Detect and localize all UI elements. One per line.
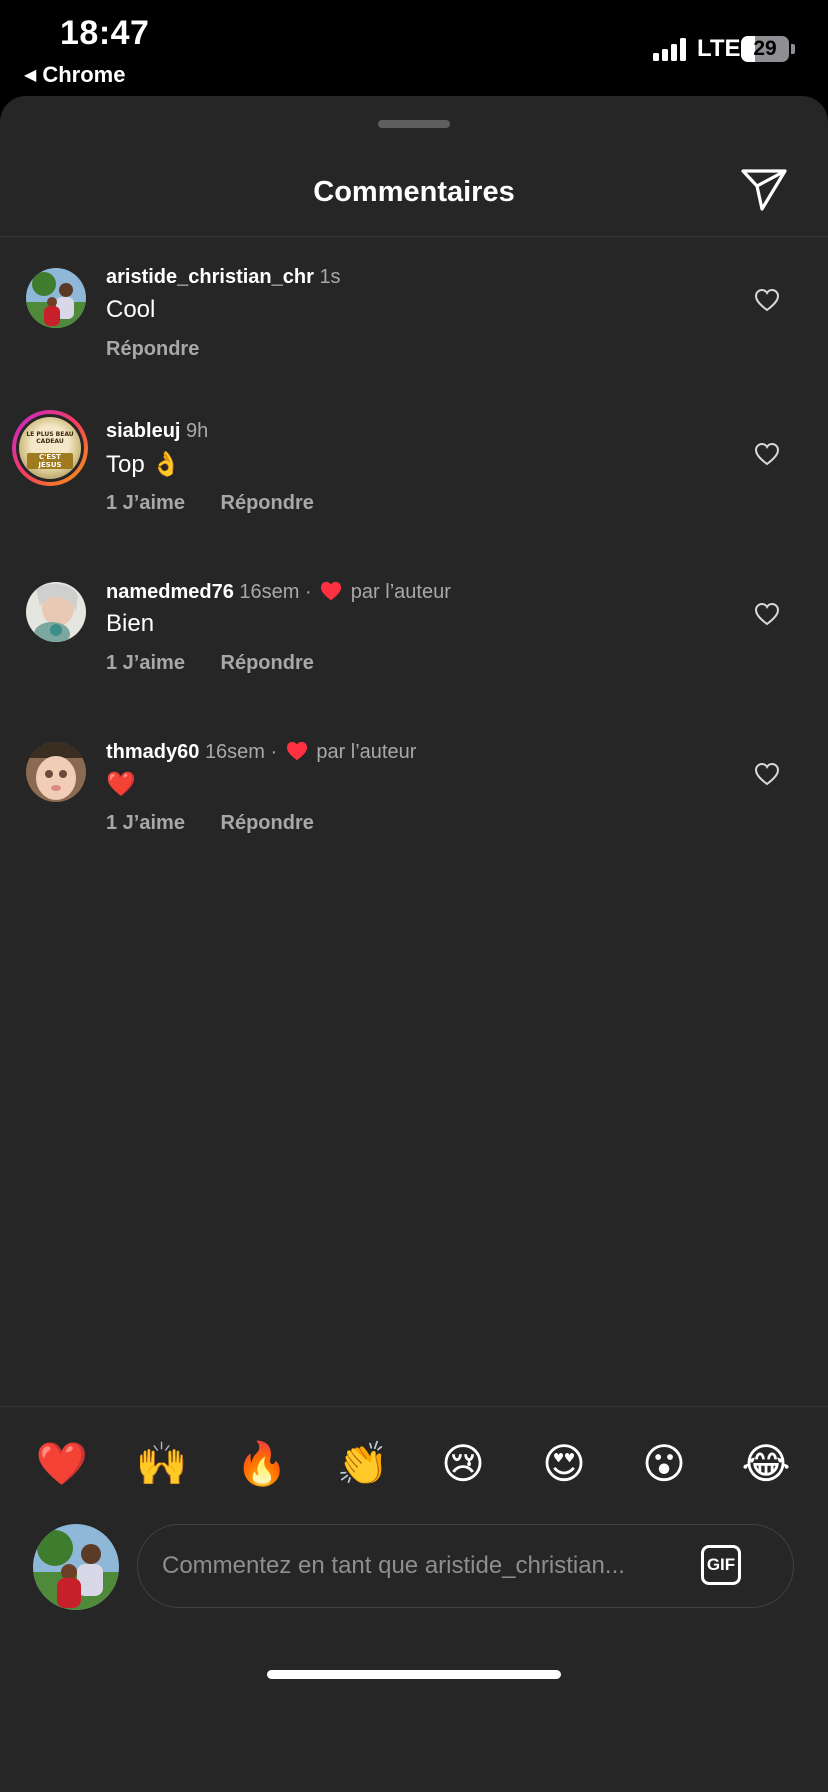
page-title: Commentaires <box>313 176 515 208</box>
author-liked-label: par l’auteur <box>350 581 451 603</box>
comment-item: LE PLUS BEAU CADEAU C'EST JÉSUS siableuj… <box>0 410 828 562</box>
comment-meta: namedmed76 16sem · par l’auteur <box>106 580 451 604</box>
author-liked-label: par l’auteur <box>316 741 417 763</box>
comment-meta: thmady60 16sem · par l’auteur <box>106 740 416 764</box>
emoji-surprised-button[interactable]: 😮 <box>634 1434 694 1494</box>
likes-count[interactable]: 1 J’aime <box>106 812 185 834</box>
comment-item: thmady60 16sem · par l’auteur ❤️ 1 J’aim… <box>0 740 828 882</box>
home-indicator[interactable] <box>267 1670 561 1679</box>
comment-meta: siableuj 9h <box>106 420 208 443</box>
comment-meta: aristide_christian_chr 1s <box>106 266 341 289</box>
comment-time: 1s <box>319 266 341 288</box>
emoji-clapping-button[interactable]: 👏 <box>333 1434 393 1494</box>
comment-text: Cool <box>106 296 156 323</box>
comment-item: aristide_christian_chr 1s Cool Répondre <box>0 266 828 408</box>
comment-input-placeholder: Commentez en tant que aristide_christian… <box>162 1552 625 1579</box>
author-liked-heart-icon <box>321 581 342 601</box>
reply-button[interactable]: Répondre <box>221 492 314 514</box>
avatar-photo <box>26 268 86 328</box>
avatar[interactable] <box>26 268 86 328</box>
comment-text: Bien <box>106 610 155 637</box>
avatar[interactable] <box>26 582 86 642</box>
comment-text: Top 👌 <box>106 451 182 478</box>
network-label: LTE <box>697 35 741 62</box>
back-triangle-icon: ◀ <box>24 67 37 84</box>
avatar-photo: LE PLUS BEAU CADEAU C'EST JÉSUS <box>19 417 81 479</box>
emoji-reactions-bar: ❤️ 🙌 🔥 👏 😢 😍 😮 😂 <box>0 1434 828 1494</box>
my-avatar-photo <box>33 1524 119 1610</box>
signal-icon <box>653 37 689 61</box>
comment-actions: Répondre <box>106 338 229 361</box>
avatar-photo <box>26 582 86 642</box>
status-bar: 18:47 ◀ Chrome LTE 29 <box>0 0 828 96</box>
emoji-raised-hands-button[interactable]: 🙌 <box>132 1434 192 1494</box>
heart-icon[interactable] <box>754 442 780 466</box>
avatar-photo <box>26 742 86 802</box>
reactions-divider <box>0 1406 828 1407</box>
sheet-grabber[interactable] <box>378 120 450 128</box>
comment-username[interactable]: siableuj <box>106 420 180 442</box>
gif-button[interactable]: GIF <box>701 1545 741 1585</box>
comment-actions: 1 J’aime Répondre <box>106 652 344 675</box>
comment-input[interactable]: Commentez en tant que aristide_christian… <box>137 1524 794 1608</box>
comment-time: 16sem <box>239 581 300 603</box>
comment-actions: 1 J’aime Répondre <box>106 492 344 515</box>
avatar-with-story-ring[interactable]: LE PLUS BEAU CADEAU C'EST JÉSUS <box>12 410 88 486</box>
comment-text: ❤️ <box>106 771 136 798</box>
battery-icon: 29 <box>741 36 789 62</box>
avatar-caption-top: LE PLUS BEAU CADEAU <box>26 431 74 445</box>
avatar-caption-bottom: C'EST JÉSUS <box>27 453 73 469</box>
comment-username[interactable]: thmady60 <box>106 741 199 763</box>
comment-item: namedmed76 16sem · par l’auteur Bien 1 J… <box>0 580 828 722</box>
avatar[interactable] <box>26 742 86 802</box>
battery-level: 29 <box>753 37 777 60</box>
emoji-laughing-button[interactable]: 😂 <box>736 1434 796 1494</box>
back-app-label: Chrome <box>42 62 126 87</box>
emoji-heart-eyes-button[interactable]: 😍 <box>534 1434 594 1494</box>
my-avatar <box>33 1524 119 1610</box>
battery-cap <box>791 44 795 54</box>
reply-button[interactable]: Répondre <box>106 338 199 360</box>
send-icon[interactable] <box>740 168 788 212</box>
back-to-app-link[interactable]: ◀ Chrome <box>24 62 125 88</box>
likes-count[interactable]: 1 J’aime <box>106 492 185 514</box>
emoji-heart-button[interactable]: ❤️ <box>32 1434 92 1494</box>
heart-icon[interactable] <box>754 602 780 626</box>
heart-icon[interactable] <box>754 288 780 312</box>
comment-username[interactable]: namedmed76 <box>106 581 234 603</box>
comment-actions: 1 J’aime Répondre <box>106 812 344 835</box>
likes-count[interactable]: 1 J’aime <box>106 652 185 674</box>
emoji-fire-button[interactable]: 🔥 <box>232 1434 292 1494</box>
comment-time: 16sem <box>204 741 265 763</box>
heart-icon[interactable] <box>754 762 780 786</box>
reply-button[interactable]: Répondre <box>221 652 314 674</box>
emoji-crying-button[interactable]: 😢 <box>433 1434 493 1494</box>
author-liked-heart-icon <box>286 741 307 761</box>
dot-separator: · <box>305 581 312 603</box>
header-divider <box>0 236 828 237</box>
dot-separator: · <box>270 741 278 763</box>
status-time: 18:47 <box>60 14 150 52</box>
comment-time: 9h <box>186 420 209 442</box>
reply-button[interactable]: Répondre <box>221 812 314 834</box>
comment-username[interactable]: aristide_christian_chr <box>106 266 314 288</box>
